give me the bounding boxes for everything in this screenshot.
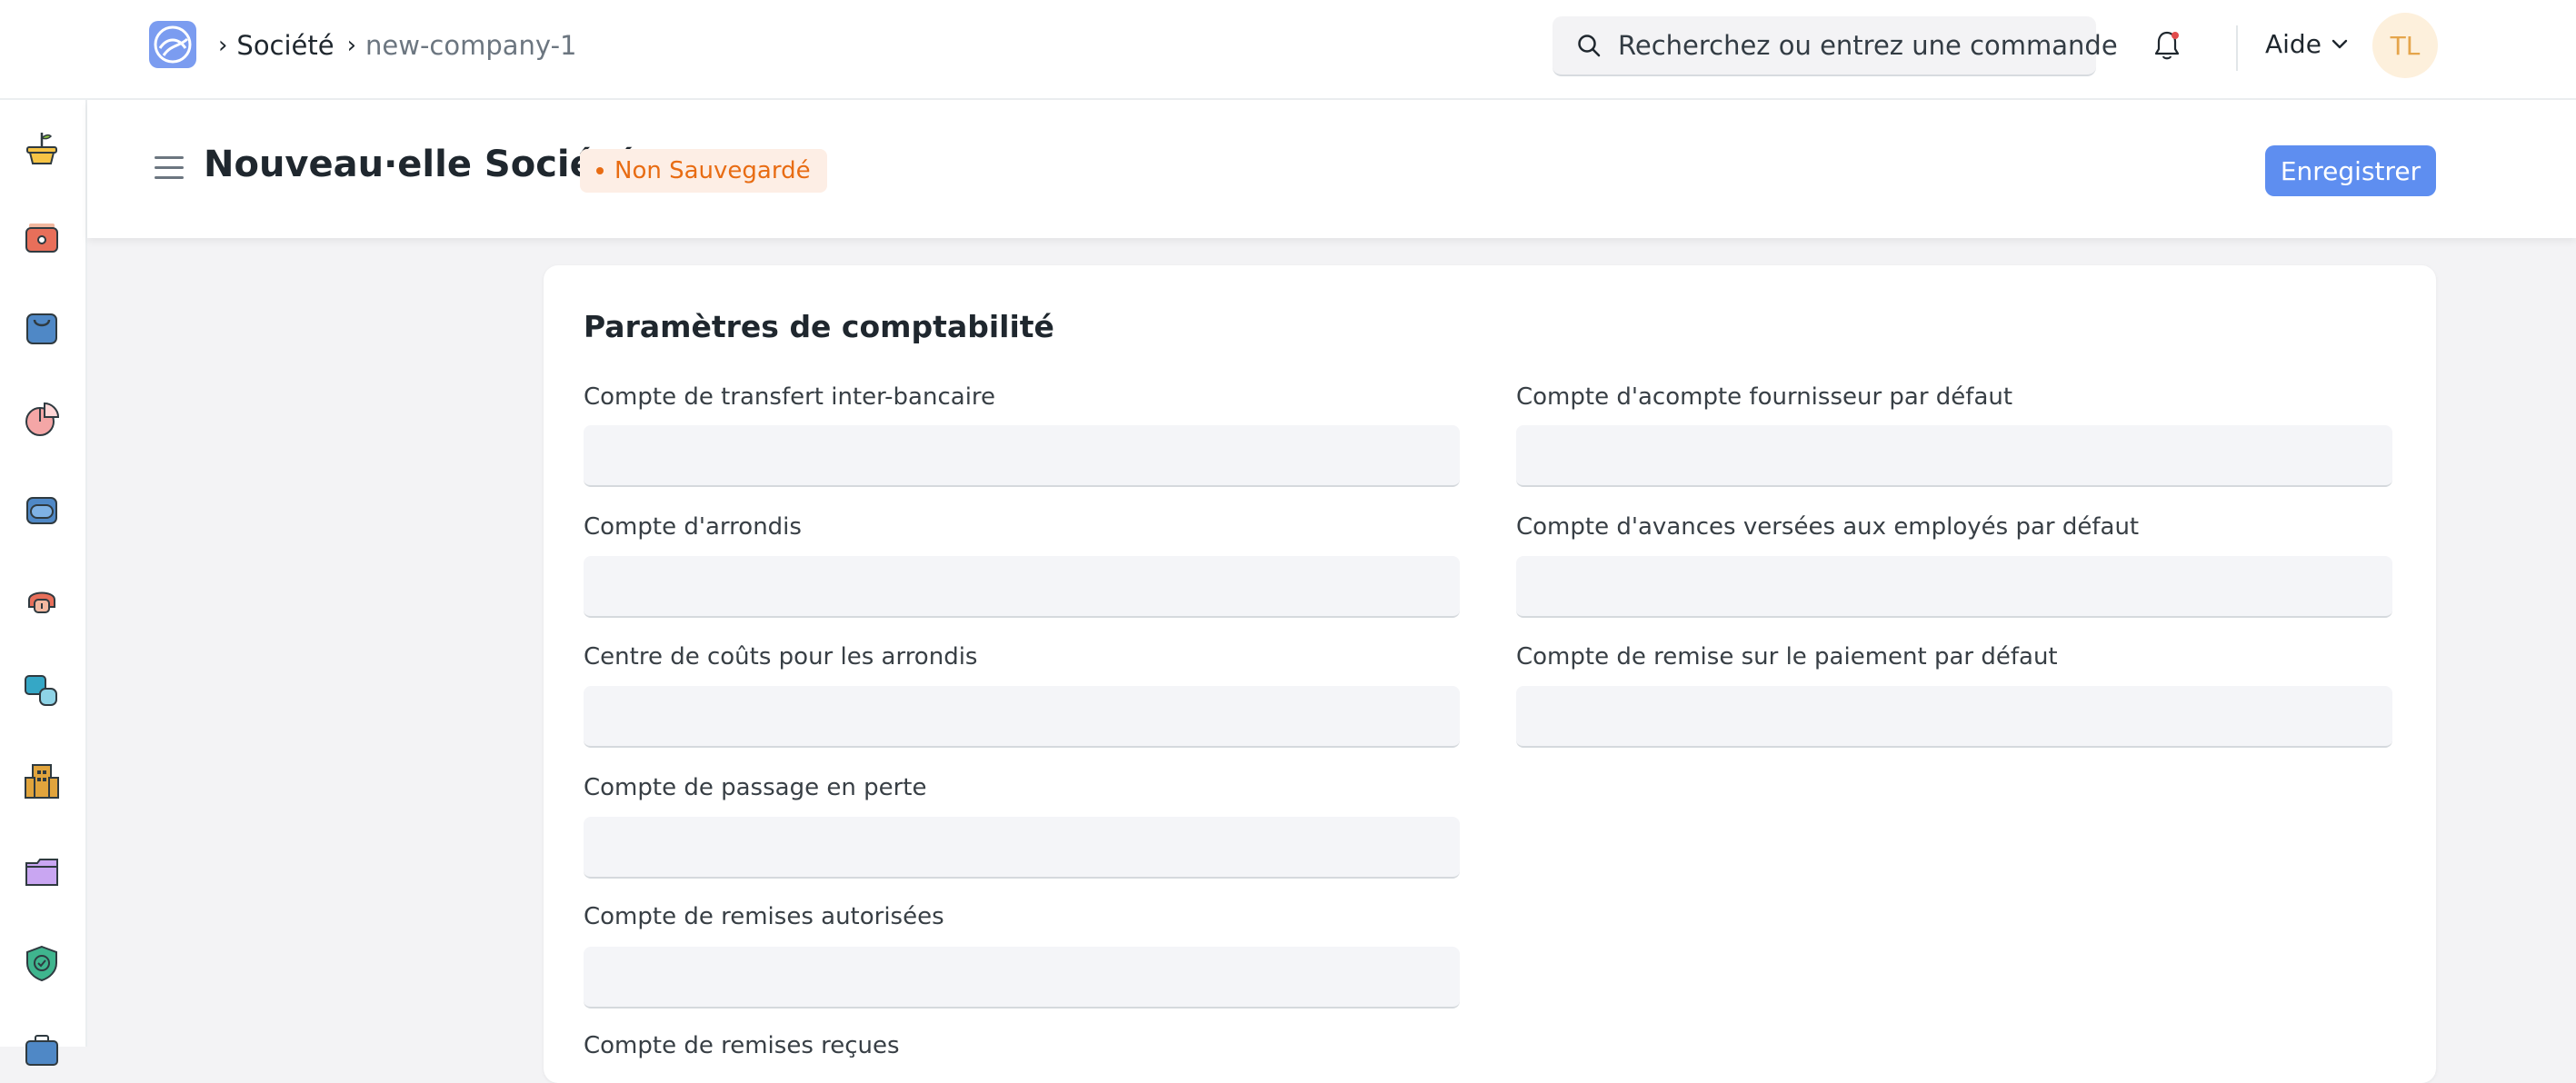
wallet-icon[interactable] (22, 218, 62, 258)
search-input[interactable]: Recherchez ou entrez une commande (1553, 16, 2118, 76)
user-avatar[interactable]: TL (2372, 13, 2438, 78)
field-label-round-off-account: Compte d'arrondis (584, 513, 802, 541)
breadcrumb-item-societe[interactable]: Société (236, 30, 334, 61)
shield-check-icon[interactable] (22, 943, 62, 983)
notification-bell-icon[interactable] (2152, 29, 2182, 62)
form-section-card: Paramètres de comptabilité Compte de tra… (544, 265, 2436, 1083)
field-label-discount-received-account: Compte de remises reçues (584, 1032, 900, 1059)
field-label-default-employee-advance-account: Compte d'avances versées aux employés pa… (1516, 513, 2140, 541)
folder-icon[interactable] (22, 852, 62, 892)
field-label-default-advance-paid-account: Compte d'acompte fournisseur par défaut (1516, 383, 2013, 411)
briefcase-icon[interactable] (22, 1032, 62, 1072)
default-advance-paid-account-field[interactable] (1516, 425, 2392, 487)
logo-icon (154, 25, 192, 64)
status-label: Non Sauvegardé (614, 157, 811, 184)
field-label-inter-bank-transfer: Compte de transfert inter-bancaire (584, 383, 996, 411)
stack-icon[interactable] (22, 491, 62, 531)
inter-bank-transfer-account-field[interactable] (584, 425, 1460, 487)
app-logo[interactable] (149, 21, 196, 68)
plant-pot-icon[interactable] (22, 127, 62, 167)
default-employee-advance-account-field[interactable] (1516, 556, 2392, 618)
round-off-cost-center-field[interactable] (584, 686, 1460, 748)
chevron-right-icon: › (346, 32, 357, 59)
assets-icon[interactable] (22, 671, 62, 710)
chevron-down-icon (2331, 39, 2348, 48)
help-dropdown[interactable]: Aide (2265, 29, 2349, 59)
support-icon[interactable] (22, 580, 62, 620)
discount-allowed-account-field[interactable] (584, 947, 1460, 1008)
navbar-divider (2236, 25, 2238, 71)
search-icon (1578, 35, 1601, 57)
app-sidebar (0, 100, 87, 1066)
section-title: Paramètres de comptabilité (584, 309, 1054, 344)
building-icon[interactable] (22, 761, 62, 801)
page-head: Nouveau·elle Société Non Sauvegardé Enre… (87, 100, 2576, 238)
field-label-default-discount-account: Compte de remise sur le paiement par déf… (1516, 643, 2058, 671)
field-label-round-off-cost-center: Centre de coûts pour les arrondis (584, 643, 978, 671)
top-navbar: › Société › new-company-1 Recherchez ou … (0, 0, 2576, 100)
status-dot-icon (596, 167, 604, 174)
menu-toggle-icon[interactable] (155, 156, 184, 180)
status-badge: Non Sauvegardé (580, 149, 827, 193)
breadcrumb-item-current[interactable]: new-company-1 (365, 30, 576, 61)
default-discount-account-field[interactable] (1516, 686, 2392, 748)
save-button[interactable]: Enregistrer (2265, 145, 2436, 196)
field-label-write-off-account: Compte de passage en perte (584, 774, 927, 801)
shopping-bag-icon[interactable] (22, 309, 62, 349)
chevron-right-icon: › (218, 32, 228, 59)
breadcrumb: › Société › new-company-1 (218, 27, 590, 64)
pie-chart-icon[interactable] (22, 400, 62, 440)
write-off-account-field[interactable] (584, 817, 1460, 879)
help-label: Aide (2265, 29, 2321, 59)
round-off-account-field[interactable] (584, 556, 1460, 618)
search-placeholder: Recherchez ou entrez une commande (1618, 30, 2118, 61)
field-label-discount-allowed-account: Compte de remises autorisées (584, 903, 944, 930)
page-title: Nouveau·elle Société (204, 144, 636, 185)
